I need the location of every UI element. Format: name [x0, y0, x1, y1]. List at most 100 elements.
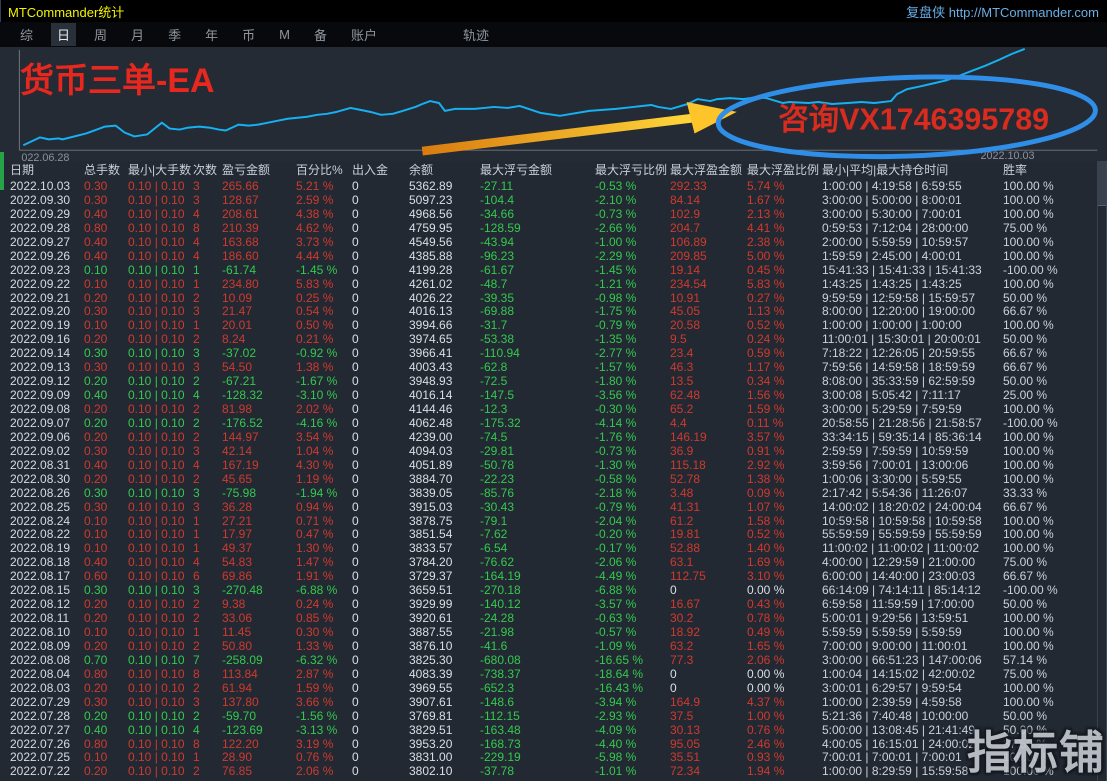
- cell: 0: [352, 430, 359, 444]
- table-row[interactable]: 2022.09.09 0.40 0.10 | 0.10 4 -128.32 -3.10 %…: [0, 389, 1107, 403]
- table-row[interactable]: 2022.07.27 0.40 0.10 | 0.10 4 -123.69 -3.13 %…: [0, 724, 1107, 738]
- table-row[interactable]: 2022.09.19 0.10 0.10 | 0.10 1 20.01 0.50 % 0 39…: [0, 319, 1107, 333]
- column-header[interactable]: 总手数: [84, 161, 128, 180]
- cell: 0.78 %: [747, 612, 785, 626]
- menu-item-M[interactable]: M: [273, 25, 296, 44]
- table-row[interactable]: 2022.09.22 0.10 0.10 | 0.10 1 234.80 5.83 % 0 4…: [0, 278, 1107, 292]
- table-row[interactable]: 2022.09.08 0.20 0.10 | 0.10 2 81.98 2.02 % 0 41…: [0, 403, 1107, 417]
- table-row[interactable]: 2022.07.29 0.30 0.10 | 0.10 3 137.80 3.66 % 0 3…: [0, 696, 1107, 710]
- table-row[interactable]: 2022.09.20 0.30 0.10 | 0.10 3 21.47 0.54 % 0 40…: [0, 305, 1107, 319]
- cell: 128.67: [222, 193, 259, 207]
- table-row[interactable]: 2022.08.08 0.70 0.10 | 0.10 7 -258.09 -6.32 %…: [0, 654, 1107, 668]
- table-row[interactable]: 2022.08.31 0.40 0.10 | 0.10 4 167.19 4.30 % 0 4…: [0, 459, 1107, 473]
- cell: 75.00 %: [1003, 221, 1048, 235]
- cell: 0.10 | 0.10: [128, 528, 185, 542]
- table-row[interactable]: 2022.09.28 0.80 0.10 | 0.10 8 210.39 4.62 % 0 4…: [0, 222, 1107, 236]
- table-row[interactable]: 2022.09.06 0.20 0.10 | 0.10 2 144.97 3.54 % 0 4…: [0, 431, 1107, 445]
- table-row[interactable]: 2022.07.26 0.80 0.10 | 0.10 8 122.20 3.19 % 0 3…: [0, 738, 1107, 752]
- column-header[interactable]: 最大浮盈比例: [747, 161, 822, 180]
- table-row[interactable]: 2022.07.22 0.20 0.10 | 0.10 2 76.85 2.06 % 0 38…: [0, 765, 1107, 779]
- cell: 27.21: [222, 514, 253, 528]
- table-row[interactable]: 2022.09.16 0.20 0.10 | 0.10 2 8.24 0.21 % 0 397…: [0, 333, 1107, 347]
- cell: 0.91 %: [747, 444, 785, 458]
- table-row[interactable]: 2022.09.27 0.40 0.10 | 0.10 4 163.68 3.73 % 0 4…: [0, 236, 1107, 250]
- table-row[interactable]: 2022.07.28 0.20 0.10 | 0.10 2 -59.70 -1.56 % 0…: [0, 710, 1107, 724]
- menu-item-轨迹[interactable]: 轨迹: [457, 23, 495, 46]
- column-header[interactable]: 日期: [10, 161, 84, 180]
- cell: 163.68: [222, 235, 259, 249]
- cell: 4016.13: [409, 305, 453, 319]
- table-row[interactable]: 2022.08.11 0.20 0.10 | 0.10 2 33.06 0.85 % 0 39…: [0, 612, 1107, 626]
- vertical-scrollbar[interactable]: [1097, 161, 1107, 781]
- table-row[interactable]: 2022.08.17 0.60 0.10 | 0.10 6 69.86 1.91 % 0 37…: [0, 570, 1107, 584]
- column-header[interactable]: 最大浮亏金额: [480, 161, 595, 180]
- table-row[interactable]: 2022.08.04 0.80 0.10 | 0.10 8 113.84 2.87 % 0 4…: [0, 668, 1107, 682]
- column-header[interactable]: 百分比%: [296, 161, 352, 180]
- table-row[interactable]: 2022.09.07 0.20 0.10 | 0.10 2 -176.52 -4.16 %…: [0, 417, 1107, 431]
- table-row[interactable]: 2022.09.13 0.30 0.10 | 0.10 3 54.50 1.38 % 0 40…: [0, 361, 1107, 375]
- column-header[interactable]: 余额: [409, 161, 480, 180]
- menu-item-账户[interactable]: 账户: [345, 23, 383, 46]
- column-header[interactable]: 盈亏金额: [222, 161, 296, 180]
- column-header[interactable]: 次数: [193, 161, 222, 180]
- cell: 84.14: [670, 193, 701, 207]
- cell: 2:00:00 | 5:59:59 | 10:59:57: [822, 235, 969, 249]
- table-row[interactable]: 2022.09.14 0.30 0.10 | 0.10 3 -37.02 -0.92 % 0…: [0, 347, 1107, 361]
- menu-item-周[interactable]: 周: [88, 23, 113, 46]
- table-row[interactable]: 2022.08.15 0.30 0.10 | 0.10 3 -270.48 -6.88 %…: [0, 584, 1107, 598]
- table-row[interactable]: 2022.08.30 0.20 0.10 | 0.10 2 45.65 1.19 % 0 38…: [0, 473, 1107, 487]
- table-row[interactable]: 2022.10.03 0.30 0.10 | 0.10 3 265.66 5.21 % 0 5…: [0, 180, 1107, 194]
- cell: -1.45 %: [296, 263, 338, 277]
- table-row[interactable]: 2022.08.26 0.30 0.10 | 0.10 3 -75.98 -1.94 % 0…: [0, 487, 1107, 501]
- table-row[interactable]: 2022.08.12 0.20 0.10 | 0.10 2 9.38 0.24 % 0 392…: [0, 598, 1107, 612]
- table-row[interactable]: 2022.09.23 0.10 0.10 | 0.10 1 -61.74 -1.45 % 0…: [0, 264, 1107, 278]
- column-header[interactable]: 最小|平均|最大持仓时间: [822, 161, 1003, 180]
- table-row[interactable]: 2022.08.09 0.20 0.10 | 0.10 2 50.80 1.33 % 0 38…: [0, 640, 1107, 654]
- column-header[interactable]: 最小|大手数: [128, 161, 193, 180]
- cell: 0: [352, 751, 359, 765]
- cell: 81.98: [222, 403, 253, 416]
- column-header[interactable]: 胜率: [1003, 161, 1107, 180]
- menu-item-币[interactable]: 币: [236, 23, 261, 46]
- table-row[interactable]: 2022.08.22 0.10 0.10 | 0.10 1 17.97 0.47 % 0 38…: [0, 528, 1107, 542]
- table-row[interactable]: 2022.09.29 0.40 0.10 | 0.10 4 208.61 4.38 % 0 4…: [0, 208, 1107, 222]
- menu-item-年[interactable]: 年: [199, 23, 224, 46]
- cell: -6.88 %: [595, 584, 637, 598]
- table-row[interactable]: 2022.09.02 0.30 0.10 | 0.10 3 42.14 1.04 % 0 40…: [0, 445, 1107, 459]
- menu-item-季[interactable]: 季: [162, 23, 187, 46]
- menu-item-月[interactable]: 月: [125, 23, 150, 46]
- table-row[interactable]: 2022.08.03 0.20 0.10 | 0.10 2 61.94 1.59 % 0 39…: [0, 682, 1107, 696]
- cell: 0: [352, 556, 359, 570]
- cell: 0.30: [84, 361, 108, 375]
- table-row[interactable]: 2022.08.25 0.30 0.10 | 0.10 3 36.28 0.94 % 0 39…: [0, 501, 1107, 515]
- cell: 0: [352, 277, 359, 291]
- cell: 2022.07.28: [10, 709, 71, 723]
- cell: 0: [352, 612, 359, 626]
- cell: 0.10: [84, 263, 108, 277]
- cell: 25.00 %: [1003, 389, 1048, 403]
- menu-item-日[interactable]: 日: [51, 23, 77, 46]
- column-header[interactable]: 最大浮亏比例: [595, 161, 670, 180]
- table-row[interactable]: 2022.09.21 0.20 0.10 | 0.10 2 10.09 0.25 % 0 40…: [0, 292, 1107, 306]
- menu-item-综[interactable]: 综: [14, 23, 39, 46]
- table-row[interactable]: 2022.08.24 0.10 0.10 | 0.10 1 27.21 0.71 % 0 38…: [0, 515, 1107, 529]
- cell: 46.3: [670, 361, 694, 375]
- cell: 3.66 %: [296, 695, 334, 709]
- table-row[interactable]: 2022.09.30 0.30 0.10 | 0.10 3 128.67 2.59 % 0 5…: [0, 194, 1107, 208]
- table-row[interactable]: 2022.09.26 0.40 0.10 | 0.10 4 186.60 4.44 % 0 4…: [0, 250, 1107, 264]
- scrollbar-thumb[interactable]: [1098, 161, 1106, 206]
- cell: 2.06 %: [296, 765, 334, 779]
- table-row[interactable]: 2022.08.18 0.40 0.10 | 0.10 4 54.83 1.47 % 0 37…: [0, 556, 1107, 570]
- column-header[interactable]: 最大浮盈金额: [670, 161, 747, 180]
- cell: 2022.08.24: [10, 514, 71, 528]
- column-header[interactable]: 出入金: [352, 161, 409, 180]
- table-row[interactable]: 2022.08.10 0.10 0.10 | 0.10 1 11.45 0.30 % 0 38…: [0, 626, 1107, 640]
- menu-item-备[interactable]: 备: [308, 23, 333, 46]
- cell: 33:34:15 | 59:35:14 | 85:36:14: [822, 430, 982, 444]
- table-row[interactable]: 2022.09.12 0.20 0.10 | 0.10 2 -67.21 -1.67 % 0…: [0, 375, 1107, 389]
- cell: 122.20: [222, 737, 259, 751]
- cell: 2022.09.16: [10, 333, 71, 347]
- brand-link[interactable]: 复盘侠 http://MTCommander.com: [906, 2, 1107, 21]
- table-row[interactable]: 2022.08.19 0.10 0.10 | 0.10 1 49.37 1.30 % 0 38…: [0, 542, 1107, 556]
- table-row[interactable]: 2022.07.25 0.10 0.10 | 0.10 1 28.90 0.76 % 0 38…: [0, 751, 1107, 765]
